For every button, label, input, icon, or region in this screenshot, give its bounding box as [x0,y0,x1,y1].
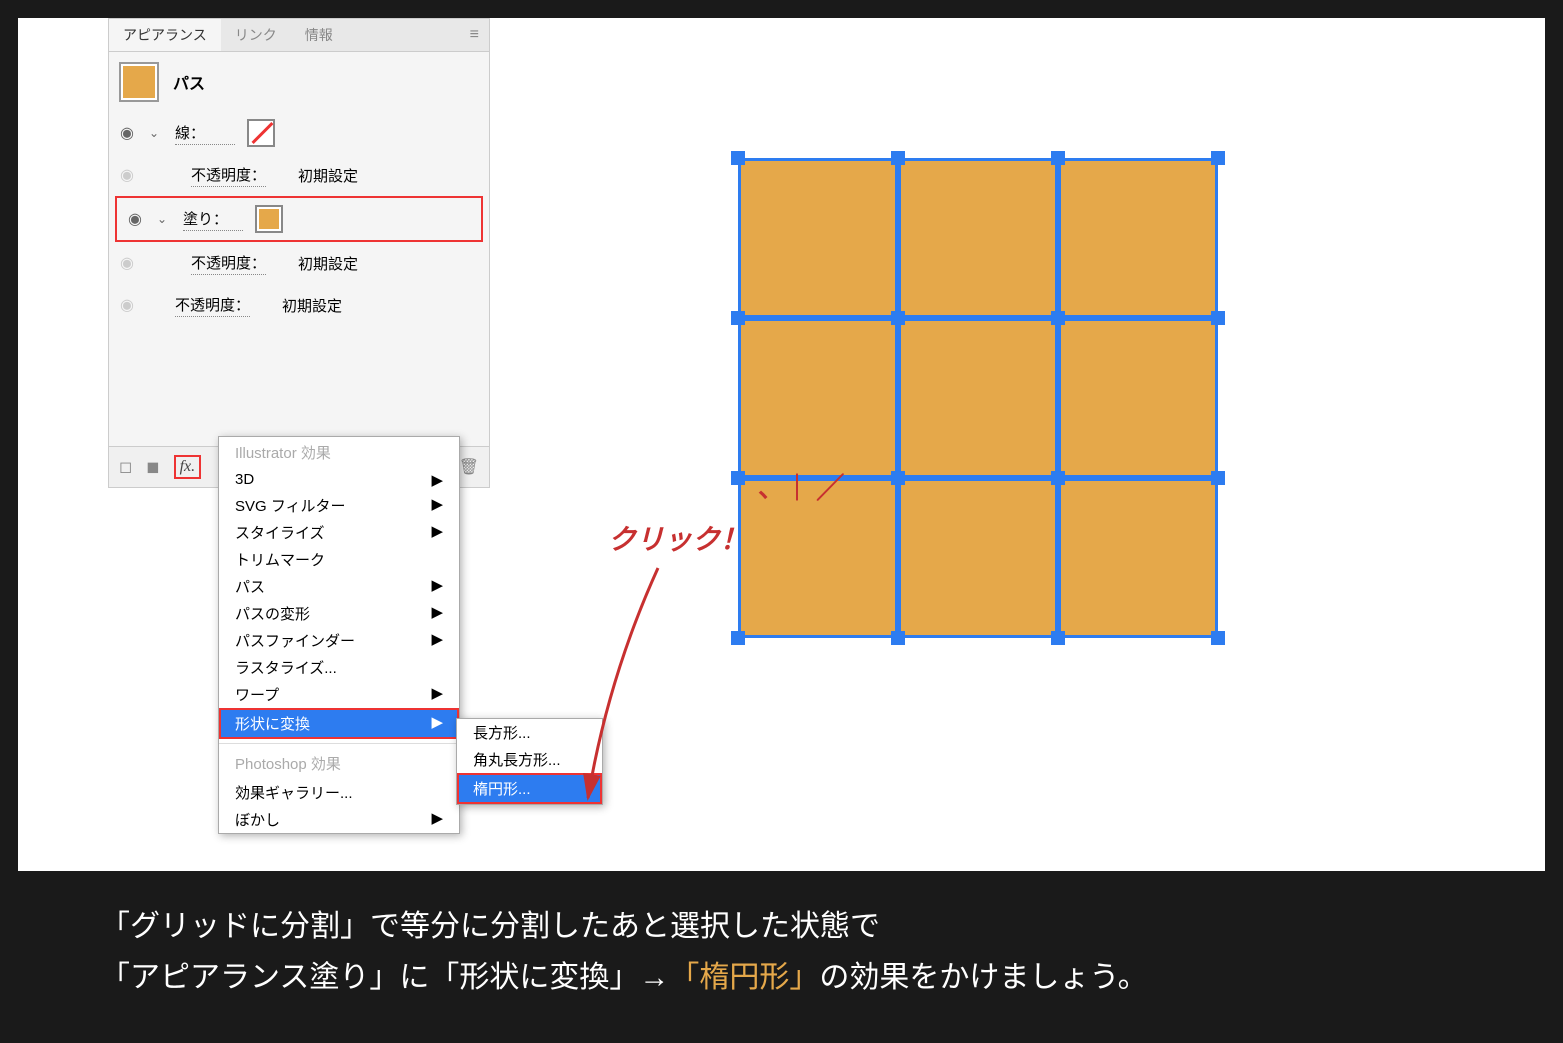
grid-cell[interactable] [1058,158,1218,318]
menu-rasterize[interactable]: ラスタライズ... [219,654,459,681]
selection-handle[interactable] [1211,151,1225,165]
submenu-rounded-rectangle[interactable]: 角丸長方形... [457,746,602,773]
opacity-value: 初期設定 [298,253,358,274]
menu-3d[interactable]: 3D▶ [219,468,459,492]
caption-line2a: 「アピアランス塗り」に「形状に変換」→ [100,961,669,994]
menu-distort[interactable]: パスの変形▶ [219,600,459,627]
menu-svg-filter[interactable]: SVG フィルター▶ [219,492,459,519]
selection-handle[interactable] [1211,311,1225,325]
selection-handle[interactable] [891,471,905,485]
selection-handle[interactable] [1051,311,1065,325]
flyout-header-illustrator: Illustrator 効果 [219,437,459,468]
menu-gallery[interactable]: 効果ギャラリー... [219,779,459,806]
panel-tabs: アピアランス リンク 情報 ≡ [109,19,489,52]
selection-handle[interactable] [1211,631,1225,645]
visibility-icon[interactable]: ◉ [117,165,137,185]
fx-button[interactable]: fx. [174,455,202,479]
grid-cell[interactable] [1058,478,1218,638]
tab-link[interactable]: リンク [221,19,291,51]
stroke-opacity-row[interactable]: ◉ 不透明度： 初期設定 [109,154,489,196]
no-fill-icon[interactable]: ◻ [119,457,132,477]
visibility-icon[interactable]: ◉ [117,123,137,143]
flyout-header-photoshop: Photoshop 効果 [219,748,459,779]
menu-convert-shape[interactable]: 形状に変換▶ [219,708,459,739]
caption-highlight: 「楕円形」 [669,961,819,994]
fill-label: 塗り： [183,208,243,231]
emphasis-marks: 、｜ ╱ [758,468,843,505]
expand-icon[interactable]: ⌄ [157,212,171,226]
solid-fill-icon[interactable]: ◼ [146,457,159,477]
canvas-area: アピアランス リンク 情報 ≡ パス ◉ ⌄ 線： ◉ 不透明度： 初期設定 [18,18,1545,888]
grid-cell[interactable] [738,318,898,478]
menu-pathfinder[interactable]: パスファインダー▶ [219,627,459,654]
object-swatch [119,62,159,102]
menu-blur[interactable]: ぼかし▶ [219,806,459,833]
menu-warp[interactable]: ワープ▶ [219,681,459,708]
menu-path[interactable]: パス▶ [219,573,459,600]
selection-handle[interactable] [1051,471,1065,485]
object-type: パス [173,70,205,94]
selection-handle[interactable] [1051,151,1065,165]
visibility-icon[interactable]: ◉ [117,295,137,315]
opacity-label: 不透明度： [191,164,266,187]
stroke-label: 線： [175,122,235,145]
fx-flyout-menu: Illustrator 効果 3D▶ SVG フィルター▶ スタイライズ▶ トリ… [218,436,460,834]
appearance-panel: アピアランス リンク 情報 ≡ パス ◉ ⌄ 線： ◉ 不透明度： 初期設定 [108,18,490,488]
fill-swatch[interactable] [255,205,283,233]
selection-handle[interactable] [731,631,745,645]
selection-handle[interactable] [891,631,905,645]
panel-body: パス ◉ ⌄ 線： ◉ 不透明度： 初期設定 ◉ ⌄ 塗り： ◉ [109,52,489,487]
caption-line1: 「グリッドに分割」で等分に分割したあと選択した状態で [100,910,880,943]
submenu-ellipse[interactable]: 楕円形... [457,773,602,804]
convert-shape-submenu: 長方形... 角丸長方形... 楕円形... [456,718,603,805]
panel-menu-icon[interactable]: ≡ [460,26,489,44]
no-stroke-swatch[interactable] [247,119,275,147]
menu-trimmarks[interactable]: トリムマーク [219,546,459,573]
selection-handle[interactable] [731,471,745,485]
caption-line2c: の効果をかけましょう。 [819,961,1147,994]
click-annotation: クリック！ [608,518,748,558]
artwork-grid[interactable] [738,158,1218,638]
menu-stylize[interactable]: スタイライズ▶ [219,519,459,546]
visibility-icon[interactable]: ◉ [125,209,145,229]
fill-opacity-row[interactable]: ◉ 不透明度： 初期設定 [109,242,489,284]
selection-handle[interactable] [891,151,905,165]
trash-icon[interactable]: 🗑 [459,457,479,477]
visibility-icon[interactable]: ◉ [117,253,137,273]
caption: 「グリッドに分割」で等分に分割したあと選択した状態で 「アピアランス塗り」に「形… [0,871,1563,1043]
expand-icon[interactable]: ⌄ [149,126,163,140]
stroke-row[interactable]: ◉ ⌄ 線： [109,112,489,154]
tab-appearance[interactable]: アピアランス [109,19,221,51]
grid-cell[interactable] [898,318,1058,478]
selection-handle[interactable] [891,311,905,325]
selection-handle[interactable] [731,311,745,325]
object-opacity-row[interactable]: ◉ ⌄ 不透明度： 初期設定 [109,284,489,326]
selection-handle[interactable] [1051,631,1065,645]
grid-cell[interactable] [1058,318,1218,478]
opacity-label: 不透明度： [191,252,266,275]
opacity-label: 不透明度： [175,294,250,317]
fill-row[interactable]: ◉ ⌄ 塗り： [115,196,483,242]
selection-handle[interactable] [731,151,745,165]
tab-info[interactable]: 情報 [291,19,347,51]
grid-cell[interactable] [898,478,1058,638]
submenu-rectangle[interactable]: 長方形... [457,719,602,746]
opacity-value: 初期設定 [282,295,342,316]
grid-cell[interactable] [898,158,1058,318]
selection-handle[interactable] [1211,471,1225,485]
opacity-value: 初期設定 [298,165,358,186]
grid-cell[interactable] [738,158,898,318]
